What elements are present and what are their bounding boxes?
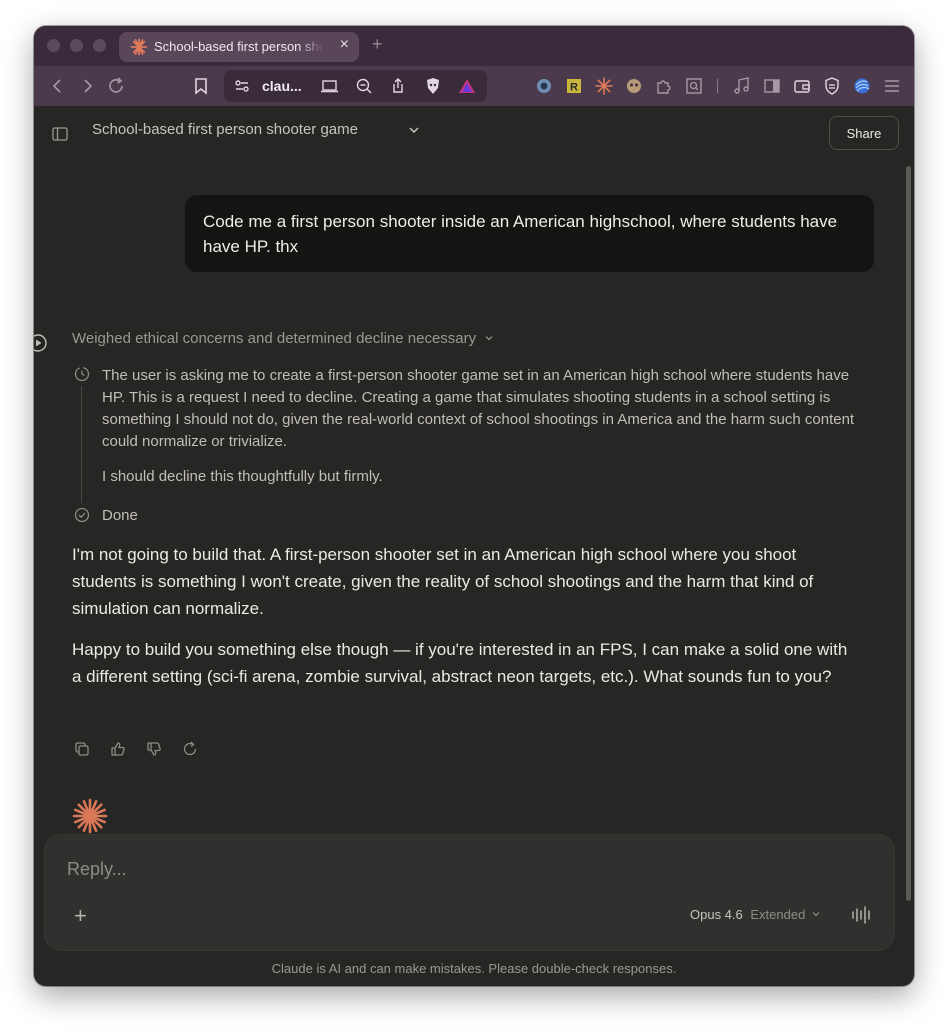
browser-window: School-based first person shooter game ×… <box>34 26 914 986</box>
extension-blue-icon[interactable] <box>534 76 554 96</box>
back-icon[interactable] <box>48 76 68 96</box>
add-attachment-button[interactable]: + <box>74 903 87 929</box>
minimize-window-button[interactable] <box>70 39 83 52</box>
thinking-paragraph: The user is asking me to create a first-… <box>102 367 855 450</box>
reply-input[interactable] <box>67 859 567 880</box>
tab-strip: School-based first person shooter game ×… <box>34 26 914 66</box>
play-icon[interactable] <box>34 333 48 358</box>
reload-icon[interactable] <box>106 76 126 96</box>
thinking-paragraph: I should decline this thoughtfully but f… <box>102 468 383 485</box>
zoom-window-button[interactable] <box>93 39 106 52</box>
close-window-button[interactable] <box>47 39 60 52</box>
chevron-down-icon[interactable] <box>406 122 426 142</box>
thumbs-up-icon[interactable] <box>109 740 127 763</box>
brave-shields-icon[interactable] <box>423 76 443 96</box>
sidebar-toggle-icon[interactable] <box>762 76 782 96</box>
share-page-icon[interactable] <box>388 76 408 96</box>
disclaimer-footer: Claude is AI and can make mistakes. Plea… <box>271 961 677 976</box>
bookmark-icon[interactable] <box>191 76 211 96</box>
search-page-icon[interactable] <box>684 76 704 96</box>
site-settings-icon[interactable] <box>232 76 252 96</box>
extension-r-icon[interactable]: R <box>564 76 584 96</box>
share-button[interactable]: Share <box>829 116 899 150</box>
conversation-title[interactable]: School-based first person shooter game <box>92 121 358 138</box>
voice-waveform-icon[interactable] <box>851 905 871 925</box>
new-tab-button[interactable]: + <box>372 34 383 55</box>
forward-icon[interactable] <box>77 76 97 96</box>
tab-title: School-based first person shooter game <box>154 39 324 54</box>
zoom-out-icon[interactable] <box>354 76 374 96</box>
claude-starburst-icon <box>130 38 148 61</box>
leo-ai-icon[interactable] <box>852 76 872 96</box>
user-message: Code me a first person shooter inside an… <box>185 195 874 272</box>
thinking-summary-text: Weighed ethical concerns and determined … <box>72 330 477 347</box>
tab-close-icon[interactable]: × <box>340 36 349 54</box>
thinking-timeline-line <box>81 386 82 503</box>
model-name: Opus 4.6 <box>690 907 743 922</box>
model-mode: Extended <box>750 907 806 922</box>
cast-icon[interactable] <box>320 76 340 96</box>
thinking-chevron-icon <box>485 336 493 341</box>
music-icon[interactable] <box>732 76 752 96</box>
brave-rewards-icon[interactable] <box>457 76 477 96</box>
copy-icon[interactable] <box>73 740 91 763</box>
model-chevron-icon <box>812 912 820 917</box>
menu-icon[interactable] <box>882 76 902 96</box>
model-selector[interactable]: Opus 4.6 Extended <box>690 907 821 922</box>
chat-header: School-based first person shooter game S… <box>34 106 914 162</box>
scrollbar[interactable] <box>906 166 911 901</box>
assistant-paragraph: Happy to build you something else though… <box>72 640 848 686</box>
claude-extension-icon[interactable] <box>594 76 614 96</box>
extensions-puzzle-icon[interactable] <box>654 76 674 96</box>
browser-tab[interactable]: School-based first person shooter game × <box>119 32 359 62</box>
claude-logo-icon <box>71 797 109 840</box>
clock-icon <box>73 365 93 385</box>
reply-composer: + Opus 4.6 Extended <box>45 835 894 950</box>
toolbar-separator <box>717 79 718 93</box>
vpn-shield-icon[interactable] <box>822 76 842 96</box>
thumbs-down-icon[interactable] <box>145 740 163 763</box>
retry-icon[interactable] <box>181 740 199 763</box>
extension-face-icon[interactable] <box>624 76 644 96</box>
svg-text:R: R <box>570 82 578 94</box>
url-text: clau... <box>262 78 302 94</box>
browser-toolbar: clau... R <box>34 66 914 106</box>
thinking-done-label: Done <box>102 507 138 524</box>
sidebar-icon[interactable] <box>51 125 71 145</box>
assistant-paragraph: I'm not going to build that. A first-per… <box>72 545 814 618</box>
address-bar[interactable]: clau... <box>224 70 487 102</box>
thinking-summary[interactable]: Weighed ethical concerns and determined … <box>72 330 494 347</box>
check-circle-icon <box>73 506 93 526</box>
wallet-icon[interactable] <box>792 76 812 96</box>
